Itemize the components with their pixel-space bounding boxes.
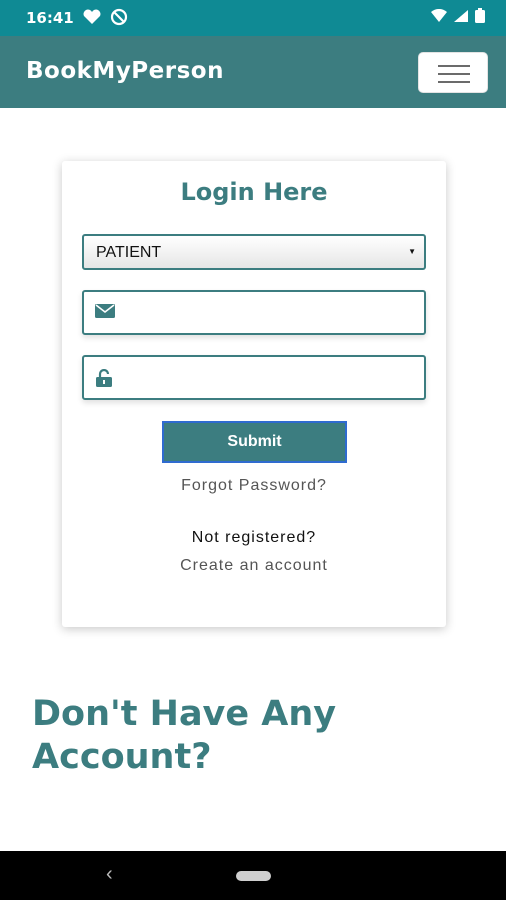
password-field[interactable]: [82, 355, 426, 400]
unlock-icon: [95, 368, 113, 392]
home-pill-icon[interactable]: [236, 871, 271, 881]
status-left-icons: [82, 8, 128, 26]
system-navigation-bar: ‹: [0, 851, 506, 900]
submit-button[interactable]: Submit: [162, 421, 347, 463]
promo-heading: Don't Have Any Account?: [32, 694, 337, 777]
signal-icon: [454, 10, 468, 22]
status-bar: 16:41: [0, 0, 506, 36]
menu-toggle-button[interactable]: [418, 52, 488, 93]
status-right-icons: [430, 8, 486, 24]
not-registered-text: Not registered?: [191, 529, 317, 546]
battery-icon: [475, 8, 485, 23]
create-account-link[interactable]: Create an account: [62, 557, 446, 575]
heart-icon: [83, 9, 101, 24]
wifi-icon: [431, 9, 447, 22]
email-field[interactable]: [82, 290, 426, 335]
navbar: BookMyPerson: [0, 36, 506, 108]
role-select[interactable]: PATIENT ▼: [82, 234, 426, 270]
role-select-value: PATIENT: [96, 244, 162, 261]
login-title: Login Here: [180, 178, 328, 206]
dropdown-arrow-icon: ▼: [408, 247, 416, 256]
brand-title[interactable]: BookMyPerson: [26, 58, 224, 84]
no-notification-icon: [110, 8, 128, 26]
forgot-password-link[interactable]: Forgot Password?: [62, 477, 446, 495]
envelope-icon: [95, 304, 115, 323]
status-time: 16:41: [26, 9, 74, 27]
login-card: Login Here PATIENT ▼ Submit Forgot Passw…: [62, 161, 446, 627]
back-icon[interactable]: ‹: [106, 863, 113, 886]
